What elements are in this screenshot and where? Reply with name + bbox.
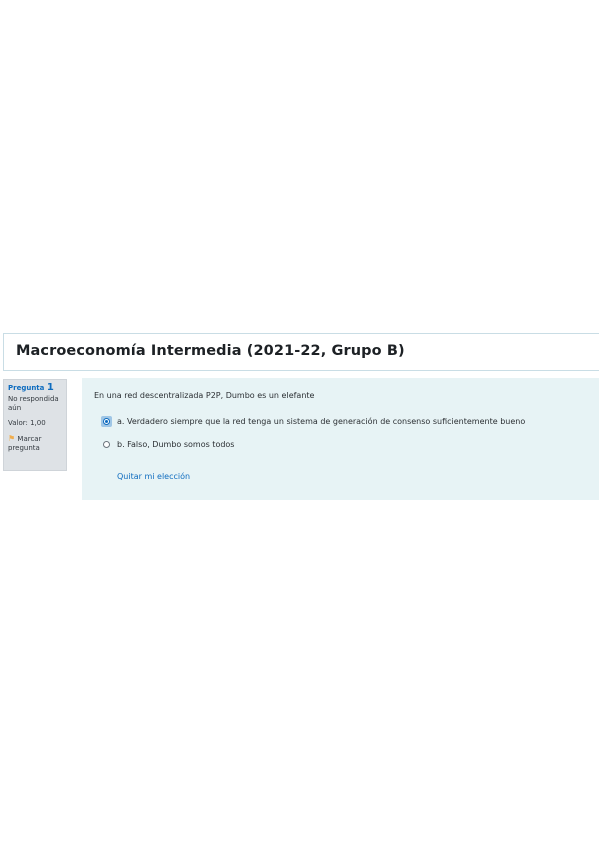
page: Macroeconomía Intermedia (2021-22, Grupo… [0, 0, 599, 848]
question-label: Pregunta [8, 384, 45, 392]
answer-b-label: b. Falso, Dumbo somos todos [117, 440, 235, 449]
question-state: No respondida aún [8, 395, 59, 412]
answer-b-radio[interactable] [103, 441, 110, 448]
question-grade: Valor: 1,00 [8, 419, 46, 427]
answer-a-radio[interactable] [103, 418, 110, 425]
answer-option-a[interactable]: a. Verdadero siempre que la red tenga un… [101, 416, 525, 427]
question-number: Pregunta 1 [8, 383, 62, 393]
question-content: En una red descentralizada P2P, Dumbo es… [82, 378, 599, 500]
answer-b-radio-focus [101, 439, 112, 450]
answer-a-radio-focus [101, 416, 112, 427]
question-info-panel: Pregunta 1 No respondida aún Valor: 1,00… [3, 379, 67, 471]
question-text: En una red descentralizada P2P, Dumbo es… [94, 391, 315, 400]
flag-icon: ⚑ [8, 434, 16, 443]
flag-question-button[interactable]: ⚑ Marcar pregunta [8, 434, 62, 453]
answer-option-b[interactable]: b. Falso, Dumbo somos todos [101, 439, 234, 450]
clear-choice-link[interactable]: Quitar mi elección [117, 472, 190, 481]
answer-a-label: a. Verdadero siempre que la red tenga un… [117, 417, 526, 426]
course-title: Macroeconomía Intermedia (2021-22, Grupo… [16, 343, 405, 359]
course-header: Macroeconomía Intermedia (2021-22, Grupo… [3, 333, 599, 371]
question-number-value: 1 [46, 382, 54, 393]
